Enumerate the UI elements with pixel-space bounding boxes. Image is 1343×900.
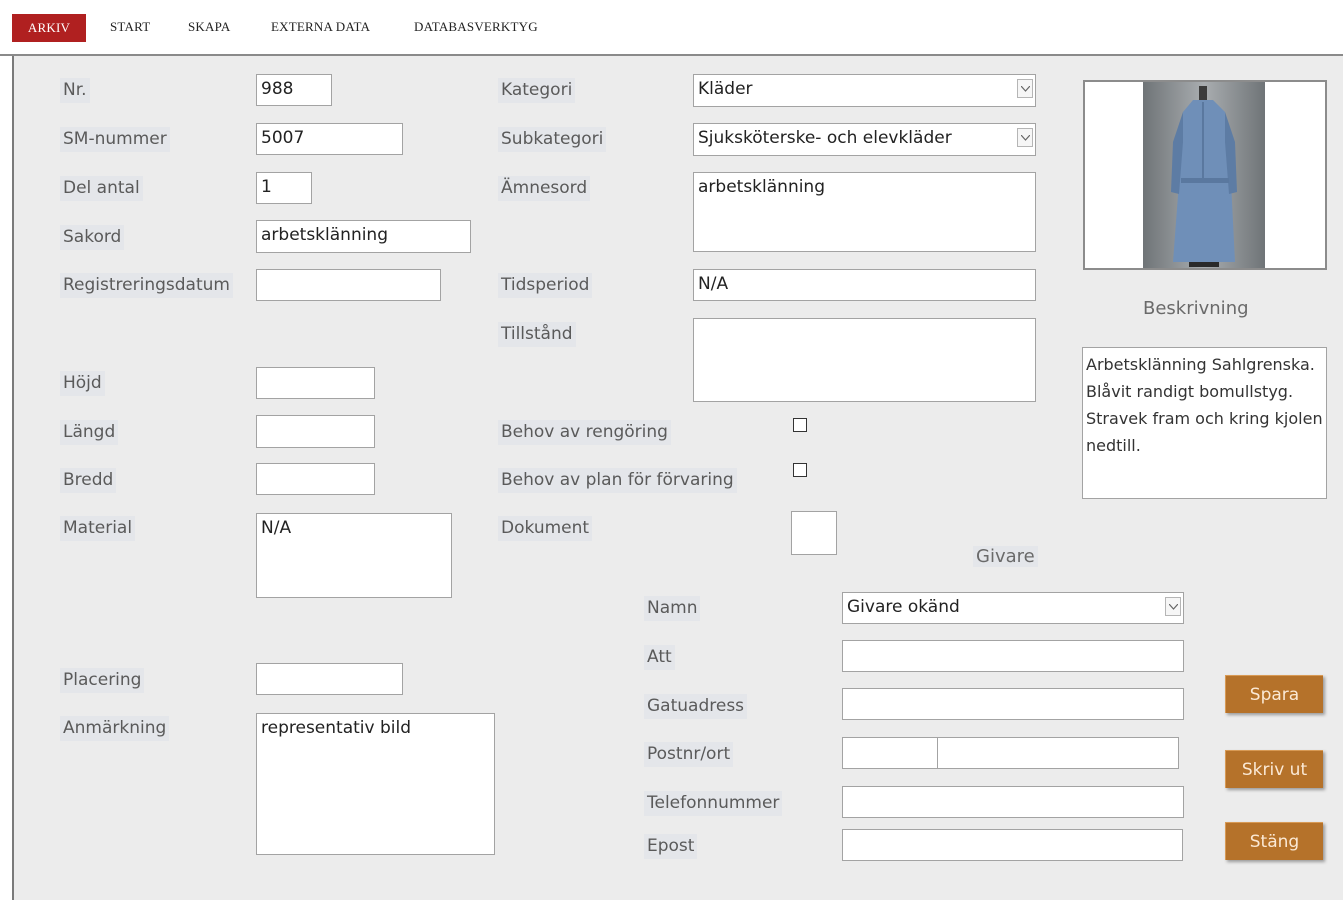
behov-forvaring-label: Behov av plan för förvaring [498, 468, 737, 493]
del-antal-field[interactable]: 1 [256, 172, 312, 204]
langd-label: Längd [60, 420, 119, 445]
hojd-field[interactable] [256, 367, 375, 399]
ort-field[interactable] [937, 737, 1179, 769]
tab-arkiv[interactable]: ARKIV [12, 14, 86, 42]
ribbon-bar: ARKIV START SKAPA EXTERNA DATA DATABASVE… [0, 0, 1343, 56]
tab-start[interactable]: START [110, 19, 150, 35]
subkategori-value: Sjuksköterske- och elevkläder [698, 128, 952, 148]
anmarkning-field[interactable]: representativ bild [256, 713, 495, 855]
dress-photo[interactable] [1083, 80, 1327, 270]
nr-field[interactable]: 988 [256, 74, 332, 106]
tillstand-field[interactable] [693, 318, 1036, 402]
behov-rengoring-label: Behov av rengöring [498, 420, 671, 445]
stang-button[interactable]: Stäng [1225, 822, 1323, 860]
tidsperiod-field[interactable]: N/A [693, 269, 1036, 301]
behov-rengoring-checkbox[interactable] [793, 418, 807, 432]
registreringsdatum-label: Registreringsdatum [60, 273, 233, 298]
sakord-label: Sakord [60, 225, 125, 250]
chevron-down-icon[interactable] [1165, 597, 1181, 616]
bredd-label: Bredd [60, 468, 117, 493]
spara-button[interactable]: Spara [1225, 675, 1323, 713]
tab-skapa[interactable]: SKAPA [188, 19, 230, 35]
bredd-field[interactable] [256, 463, 375, 495]
givare-heading: Givare [973, 546, 1038, 567]
epost-label: Epost [644, 834, 698, 859]
att-field[interactable] [842, 640, 1184, 672]
subkategori-label: Subkategori [498, 127, 607, 152]
chevron-down-icon[interactable] [1017, 128, 1033, 147]
att-label: Att [644, 645, 675, 670]
tab-databasverktyg[interactable]: DATABASVERKTYG [414, 19, 538, 35]
gatuadress-field[interactable] [842, 688, 1184, 720]
chevron-down-icon[interactable] [1017, 79, 1033, 98]
sm-nummer-field[interactable]: 5007 [256, 123, 403, 155]
material-label: Material [60, 516, 136, 541]
registreringsdatum-field[interactable] [256, 269, 441, 301]
sm-nummer-label: SM-nummer [60, 127, 170, 152]
kategori-value: Kläder [698, 79, 753, 99]
hojd-label: Höjd [60, 371, 105, 396]
dokument-attachment[interactable] [791, 511, 837, 555]
dokument-label: Dokument [498, 516, 593, 541]
beskrivning-field[interactable]: Arbetsklänning Sahlgrenska. Blåvit randi… [1082, 347, 1327, 499]
gatuadress-label: Gatuadress [644, 694, 748, 719]
givare-namn-dropdown[interactable]: Givare okänd [842, 592, 1184, 624]
placering-field[interactable] [256, 663, 403, 695]
anmarkning-label: Anmärkning [60, 716, 170, 741]
del-antal-label: Del antal [60, 176, 143, 201]
tab-externa-data[interactable]: EXTERNA DATA [271, 19, 370, 35]
tidsperiod-label: Tidsperiod [498, 273, 593, 298]
givare-namn-value: Givare okänd [847, 597, 960, 617]
amnesord-field[interactable]: arbetsklänning [693, 172, 1036, 252]
langd-field[interactable] [256, 415, 375, 448]
postnr-field[interactable] [842, 737, 938, 769]
beskrivning-heading: Beskrivning [1143, 298, 1249, 319]
placering-label: Placering [60, 668, 145, 693]
telefonnummer-label: Telefonnummer [644, 791, 783, 816]
postnr-ort-label: Postnr/ort [644, 742, 734, 767]
material-field[interactable]: N/A [256, 513, 452, 598]
skriv-ut-button[interactable]: Skriv ut [1225, 750, 1323, 788]
amnesord-label: Ämnesord [498, 176, 591, 201]
behov-forvaring-checkbox[interactable] [793, 463, 807, 477]
telefonnummer-field[interactable] [842, 786, 1184, 818]
sakord-field[interactable]: arbetsklänning [256, 220, 471, 253]
namn-label: Namn [644, 596, 701, 621]
dress-photo-image [1143, 82, 1265, 268]
kategori-label: Kategori [498, 78, 576, 103]
kategori-dropdown[interactable]: Kläder [693, 74, 1036, 107]
tillstand-label: Tillstånd [498, 322, 576, 347]
epost-field[interactable] [842, 829, 1183, 861]
subkategori-dropdown[interactable]: Sjuksköterske- och elevkläder [693, 123, 1036, 156]
nr-label: Nr. [60, 78, 90, 103]
